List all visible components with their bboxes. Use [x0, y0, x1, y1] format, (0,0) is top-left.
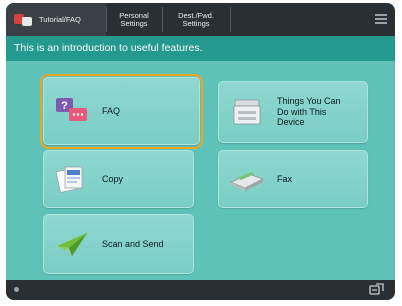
tab-divider [230, 7, 231, 32]
bottom-bar [6, 280, 395, 300]
things-you-can-do-button[interactable]: Things You Can Do with This Device [218, 81, 368, 143]
tab-dest-fwd-settings-label: Dest./Fwd. Settings [178, 10, 214, 28]
device-screen: Tutorial/FAQ Personal Settings Dest./Fwd… [6, 3, 395, 300]
status-indicator [14, 287, 19, 292]
fax-icon [229, 164, 265, 194]
system-status-icon[interactable] [369, 283, 385, 297]
scan-and-send-label: Scan and Send [102, 238, 164, 249]
scan-send-icon [54, 229, 90, 259]
tab-personal-settings[interactable]: Personal Settings [106, 3, 162, 36]
tab-tutorial-faq-label: Tutorial/FAQ [39, 14, 81, 24]
selection-highlight [40, 74, 203, 149]
copy-button[interactable]: Copy [43, 150, 194, 208]
hamburger-menu-icon[interactable] [375, 14, 387, 24]
fax-button[interactable]: Fax [218, 150, 368, 208]
tab-dest-fwd-settings[interactable]: Dest./Fwd. Settings [162, 3, 230, 36]
copy-icon [54, 164, 90, 194]
top-bar: Tutorial/FAQ Personal Settings Dest./Fwd… [6, 3, 395, 36]
scan-and-send-button[interactable]: Scan and Send [43, 214, 194, 274]
tutorial-icon [14, 13, 32, 27]
tab-personal-settings-label: Personal Settings [119, 10, 149, 28]
fax-label: Fax [277, 173, 293, 184]
multifunction-device-icon [229, 97, 265, 127]
copy-label: Copy [102, 173, 124, 184]
things-you-can-do-label: Things You Can Do with This Device [277, 96, 341, 128]
tab-tutorial-faq[interactable]: Tutorial/FAQ [6, 3, 106, 36]
intro-banner: This is an introduction to useful featur… [6, 36, 395, 61]
